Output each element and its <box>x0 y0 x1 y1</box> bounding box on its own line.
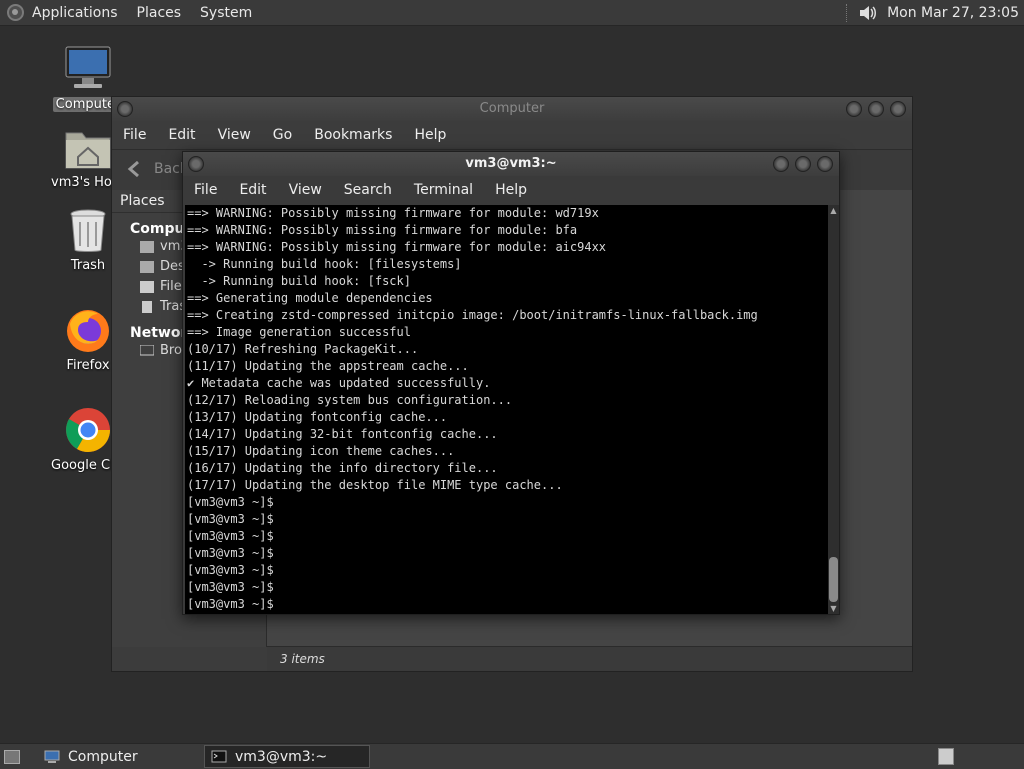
computer-icon <box>65 46 111 88</box>
home-folder-icon <box>140 241 154 253</box>
menu-help[interactable]: Help <box>495 182 527 198</box>
menu-help[interactable]: Help <box>414 127 446 143</box>
menu-view[interactable]: View <box>289 182 322 198</box>
terminal-line: (13/17) Updating fontconfig cache... <box>187 410 448 424</box>
terminal-line: (10/17) Refreshing PackageKit... <box>187 342 419 356</box>
volume-icon[interactable] <box>857 3 877 23</box>
terminal-line: (14/17) Updating 32-bit fontconfig cache… <box>187 427 498 441</box>
scroll-up-icon[interactable]: ▲ <box>828 205 839 216</box>
menu-bookmarks[interactable]: Bookmarks <box>314 127 392 143</box>
home-folder-icon <box>65 132 111 169</box>
chrome-icon <box>66 408 110 452</box>
top-panel: Applications Places System Mon Mar 27, 2… <box>0 0 1024 26</box>
back-button[interactable]: Back <box>124 158 188 180</box>
computer-icon <box>44 750 60 763</box>
menu-edit[interactable]: Edit <box>239 182 266 198</box>
trash-icon <box>70 209 106 252</box>
menu-edit[interactable]: Edit <box>168 127 195 143</box>
terminal-line: -> Running build hook: [fsck] <box>187 274 411 288</box>
status-bar: 3 items <box>267 646 912 671</box>
window-menu-button[interactable] <box>188 156 204 172</box>
terminal-menubar: File Edit View Search Terminal Help <box>183 177 839 203</box>
scroll-down-icon[interactable]: ▼ <box>828 603 839 614</box>
trash-icon <box>142 301 152 313</box>
bottom-panel: Computer vm3@vm3:~ <box>0 743 1024 769</box>
terminal-icon <box>211 750 227 763</box>
scroll-thumb[interactable] <box>829 557 838 602</box>
menu-file[interactable]: File <box>123 127 146 143</box>
mate-logo-icon[interactable] <box>7 4 24 21</box>
file-manager-titlebar[interactable]: Computer <box>112 97 912 121</box>
terminal-scrollbar[interactable]: ▲ ▼ <box>828 205 839 614</box>
applications-menu[interactable]: Applications <box>32 5 118 21</box>
terminal-prompt: [vm3@vm3 ~]$ <box>187 495 274 509</box>
terminal-output[interactable]: ==> WARNING: Possibly missing firmware f… <box>185 205 828 614</box>
taskbar-item-terminal[interactable]: vm3@vm3:~ <box>204 745 370 768</box>
terminal-prompt-current: [vm3@vm3 ~]$ <box>187 597 274 611</box>
back-arrow-icon <box>127 160 139 178</box>
terminal-line: ==> Generating module dependencies <box>187 291 433 305</box>
close-button[interactable] <box>817 156 833 172</box>
terminal-line: (16/17) Updating the info directory file… <box>187 461 498 475</box>
drive-icon <box>140 281 154 293</box>
close-button[interactable] <box>890 101 906 117</box>
taskbar-item-label: Computer <box>68 748 138 765</box>
menu-file[interactable]: File <box>194 182 217 198</box>
terminal-prompt: [vm3@vm3 ~]$ <box>187 546 274 560</box>
minimize-button[interactable] <box>773 156 789 172</box>
terminal-line: ==> WARNING: Possibly missing firmware f… <box>187 240 607 254</box>
terminal-titlebar[interactable]: vm3@vm3:~ <box>183 152 839 176</box>
terminal-line: -> Running build hook: [filesystems] <box>187 257 462 271</box>
terminal-line: (15/17) Updating icon theme caches... <box>187 444 455 458</box>
network-icon <box>140 345 154 356</box>
minimize-button[interactable] <box>846 101 862 117</box>
window-title: Computer <box>479 101 545 116</box>
taskbar-item-label: vm3@vm3:~ <box>235 748 328 765</box>
terminal-window: vm3@vm3:~ File Edit View Search Terminal… <box>182 151 840 615</box>
maximize-button[interactable] <box>868 101 884 117</box>
terminal-line: ==> Creating zstd-compressed initcpio im… <box>187 308 758 322</box>
show-desktop-icon[interactable] <box>4 749 20 764</box>
terminal-line: (12/17) Reloading system bus configurati… <box>187 393 513 407</box>
terminal-line: ==> Image generation successful <box>187 325 411 339</box>
system-menu[interactable]: System <box>200 5 252 21</box>
menu-terminal[interactable]: Terminal <box>414 182 473 198</box>
window-menu-button[interactable] <box>117 101 133 117</box>
terminal-line: (11/17) Updating the appstream cache... <box>187 359 469 373</box>
desktop-icon-label: Firefox <box>66 358 110 373</box>
desktop-icon-label: Trash <box>70 258 106 273</box>
terminal-prompt: [vm3@vm3 ~]$ <box>187 512 274 526</box>
terminal-line: ==> WARNING: Possibly missing firmware f… <box>187 206 599 220</box>
file-manager-menubar: File Edit View Go Bookmarks Help <box>112 122 912 148</box>
terminal-line: ✔ Metadata cache was updated successfull… <box>187 376 491 390</box>
window-title: vm3@vm3:~ <box>465 156 557 171</box>
workspace-switcher[interactable] <box>938 748 954 765</box>
maximize-button[interactable] <box>795 156 811 172</box>
terminal-line: (17/17) Updating the desktop file MIME t… <box>187 478 563 492</box>
desktop-folder-icon <box>140 261 154 273</box>
terminal-prompt: [vm3@vm3 ~]$ <box>187 580 274 594</box>
menu-view[interactable]: View <box>218 127 251 143</box>
panel-separator <box>846 3 849 22</box>
menu-go[interactable]: Go <box>273 127 292 143</box>
terminal-prompt: [vm3@vm3 ~]$ <box>187 529 274 543</box>
places-menu[interactable]: Places <box>137 5 182 21</box>
terminal-prompt: [vm3@vm3 ~]$ <box>187 563 274 577</box>
terminal-line: ==> WARNING: Possibly missing firmware f… <box>187 223 578 237</box>
firefox-icon <box>67 310 109 352</box>
taskbar-item-computer[interactable]: Computer <box>38 745 200 768</box>
menu-search[interactable]: Search <box>344 182 392 198</box>
clock[interactable]: Mon Mar 27, 23:05 <box>887 5 1019 21</box>
